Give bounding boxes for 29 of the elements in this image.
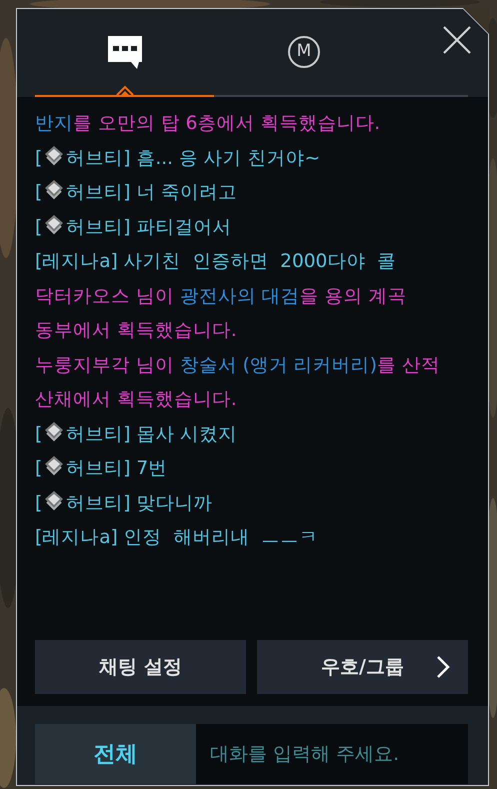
bracket: [ bbox=[35, 492, 42, 514]
sender-name: 허브티] bbox=[66, 458, 130, 479]
chat-message: 파티걸어서 bbox=[136, 216, 232, 238]
selection-indicator-icon bbox=[116, 85, 134, 95]
bracket: [ bbox=[35, 148, 42, 168]
chat-message: 맞다니까 bbox=[136, 492, 212, 514]
chat-message: [레지나a] 사기친 인증하면 2000다야 콜 bbox=[35, 250, 398, 274]
sender-name: 허브티] bbox=[66, 216, 130, 238]
chat-message: 7번 bbox=[136, 458, 168, 479]
channel-button[interactable]: 전체 bbox=[35, 724, 196, 784]
settings-button[interactable]: 채팅 설정 bbox=[35, 640, 246, 694]
system-message: 누룽지부각 님이 창술서 (앵거 리커버리)를 산적 산채에서 획득했습니다. bbox=[35, 354, 441, 412]
bracket: [ bbox=[35, 216, 42, 238]
chat-bubble-icon bbox=[106, 34, 142, 70]
chat-input[interactable]: 대화를 입력해 주세요. bbox=[196, 724, 468, 784]
chat-message: 몹사 시켰지 bbox=[136, 424, 238, 444]
system-message: 반지 를 오만의 탑 6층에서 획득했습니다. bbox=[35, 112, 382, 136]
bracket: [ bbox=[35, 458, 42, 479]
sender-name: 허브티] bbox=[66, 424, 130, 444]
bracket: [ bbox=[35, 424, 42, 444]
friends-button[interactable]: 우호/그룹 bbox=[257, 640, 468, 694]
chat-message: 흠... 응 사기 친거야~ bbox=[136, 148, 320, 168]
system-message: 닥터카오스 님이 광전사의 대검 을 용의 계곡 동부에서 획득했습니다. bbox=[35, 284, 408, 343]
sender-name: 허브티] bbox=[66, 492, 130, 514]
chat-message: [레지나a] 인정 해버리내 ㅡㅡㅋ bbox=[35, 526, 320, 550]
sender-name: 허브티] bbox=[66, 148, 130, 168]
chat-message: 너 죽이려고 bbox=[136, 182, 238, 203]
sender-name: 허브티] bbox=[66, 182, 130, 203]
bracket: [ bbox=[35, 182, 42, 203]
